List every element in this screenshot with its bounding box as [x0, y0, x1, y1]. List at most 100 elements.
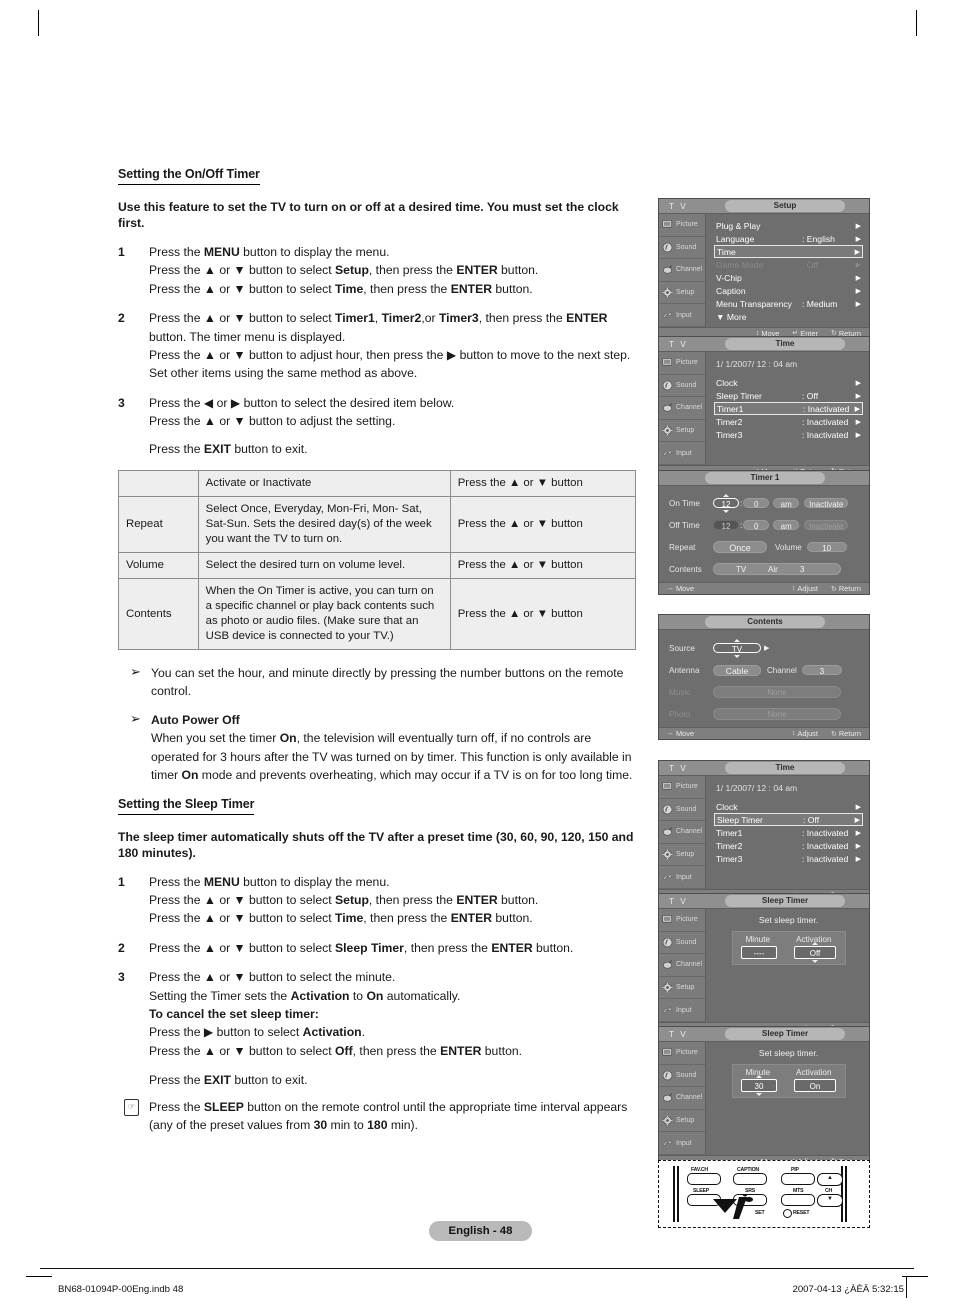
footbar-return-label: Return: [838, 584, 861, 593]
osd-rail-item-channel[interactable]: Channel: [659, 821, 705, 844]
off-time-activation-field[interactable]: Inactivate: [804, 520, 849, 531]
osd-menu-row[interactable]: Timer1: Inactivated ▶: [714, 402, 863, 415]
remote-button-caption[interactable]: [733, 1173, 767, 1185]
osd-menu-row[interactable]: Timer3: Inactivated ▶: [714, 428, 863, 441]
osd-rail-label: Picture: [676, 783, 698, 791]
repeat-value-field[interactable]: Once: [713, 541, 767, 553]
contents-value-field[interactable]: TV Air 3: [713, 563, 841, 575]
osd-rail-item-channel[interactable]: Channel: [659, 1087, 705, 1110]
osd-rail-item-setup[interactable]: Setup: [659, 420, 705, 443]
osd-menu-row[interactable]: Timer2: Inactivated ▶: [714, 839, 863, 852]
osd-menu-row[interactable]: Plug & Play ▶: [714, 219, 863, 232]
on-time-activation-field[interactable]: Inactivate: [804, 498, 849, 509]
osd-menu-row[interactable]: Game Mode: Off ▶: [714, 258, 863, 271]
timer-off-time-row[interactable]: Off Time 12 : 0 am Inactivate: [665, 514, 861, 536]
off-time-ampm-field[interactable]: am: [773, 520, 800, 531]
osd-menu-row[interactable]: Time ▶: [714, 245, 863, 258]
sleep-prompt: Set sleep timer.: [758, 915, 819, 925]
osd-menu-row[interactable]: V-Chip ▶: [714, 271, 863, 284]
osd-menu-row[interactable]: Sleep Timer: Off ▶: [714, 389, 863, 402]
osd-rail-item-sound[interactable]: Sound: [659, 375, 705, 398]
osd-rail-item-sound[interactable]: Sound: [659, 932, 705, 955]
osd-sidebar-rail[interactable]: Picture Sound Channel Setup Input: [659, 352, 706, 465]
antenna-value-field[interactable]: Cable: [713, 664, 761, 676]
osd-rail-item-channel[interactable]: Channel: [659, 397, 705, 420]
contents-antenna-row[interactable]: Antenna Cable Channel 3: [665, 659, 861, 681]
osd-rail-item-picture[interactable]: Picture: [659, 909, 705, 932]
contents-photo-row[interactable]: Photo None: [665, 703, 861, 725]
timer-on-time-row[interactable]: On Time 12 : 0 am Inactivate: [665, 492, 861, 514]
remote-button-fav-ch[interactable]: [687, 1173, 721, 1185]
osd-rail-item-sound[interactable]: Sound: [659, 237, 705, 260]
osd-menu-row[interactable]: Clock ▶: [714, 800, 863, 813]
osd-sidebar-rail[interactable]: Picture Sound Channel Setup Input: [659, 1042, 706, 1155]
osd-menu-row[interactable]: Clock ▶: [714, 376, 863, 389]
note-text: Auto Power Off When you set the timer On,…: [151, 712, 633, 783]
on-time-ampm-field[interactable]: am: [773, 498, 800, 509]
sleep-minute-field[interactable]: ----: [741, 946, 777, 959]
osd-rail-item-setup[interactable]: Setup: [659, 1110, 705, 1133]
osd-rail-item-sound[interactable]: Sound: [659, 799, 705, 822]
osd-menu-row[interactable]: Timer1: Inactivated ▶: [714, 826, 863, 839]
osd-rail-item-sound[interactable]: Sound: [659, 1065, 705, 1088]
footer-timestamp: 2007-04-13 ¿ÀÈÄ 5:32:15: [792, 1284, 904, 1295]
osd-menu-row[interactable]: Timer2: Inactivated ▶: [714, 415, 863, 428]
osd-menu-row[interactable]: Language: English ▶: [714, 232, 863, 245]
osd-rail-item-picture[interactable]: Picture: [659, 352, 705, 375]
off-time-minute-field[interactable]: 0: [743, 520, 770, 531]
table-row: Repeat Select Once, Everyday, Mon-Fri, Mo…: [118, 496, 637, 554]
sleep-minute-field[interactable]: 30: [741, 1079, 777, 1092]
osd-title-time: Time: [725, 762, 845, 774]
osd-rail-item-channel[interactable]: Channel: [659, 259, 705, 282]
osd-menu-row[interactable]: Menu Transparency: Medium ▶: [714, 297, 863, 310]
sleep-activation-field[interactable]: On: [794, 1079, 836, 1092]
timer-repeat-row[interactable]: Repeat Once Volume 10: [665, 536, 861, 558]
adjust-icon: ↕: [791, 585, 796, 592]
osd-sidebar-rail[interactable]: Picture Sound Channel Setup Input: [659, 214, 706, 327]
remote-button-ch-up[interactable]: ▲: [817, 1173, 843, 1186]
setup-icon: [662, 1115, 673, 1126]
osd-rail-item-picture[interactable]: Picture: [659, 1042, 705, 1065]
osd-menu-row[interactable]: Timer3: Inactivated ▶: [714, 852, 863, 865]
osd-menu-row[interactable]: ▼ More: [714, 310, 863, 323]
osd-rail-item-setup[interactable]: Setup: [659, 282, 705, 305]
off-time-hour-field[interactable]: 12: [713, 520, 739, 531]
osd-rail-item-setup[interactable]: Setup: [659, 844, 705, 867]
osd-rail-item-input[interactable]: Input: [659, 999, 705, 1022]
on-time-hour-field[interactable]: 12: [713, 497, 739, 509]
osd-menu-row[interactable]: Sleep Timer: Off ▶: [714, 813, 863, 826]
osd-rail-item-input[interactable]: Input: [659, 866, 705, 889]
osd-rail-item-input[interactable]: Input: [659, 442, 705, 465]
osd-topbar: T V Time: [659, 337, 869, 352]
on-time-minute-field[interactable]: 0: [743, 498, 770, 509]
remote-button-mts[interactable]: [781, 1194, 815, 1206]
remote-button-ch-down[interactable]: ▼: [817, 1194, 843, 1207]
osd-tv-label: T V: [669, 339, 688, 349]
contents-source-row[interactable]: Source TV ▶: [665, 637, 861, 659]
osd-menu-row[interactable]: Caption ▶: [714, 284, 863, 297]
osd-sidebar-rail[interactable]: Picture Sound Channel Setup Input: [659, 909, 706, 1022]
osd-menu-label: Caption: [716, 285, 746, 296]
osd-menu-label: Game Mode: [716, 259, 764, 270]
osd-rail-item-picture[interactable]: Picture: [659, 776, 705, 799]
remote-button-pip[interactable]: [781, 1173, 815, 1185]
sound-icon: [662, 242, 673, 253]
osd-topbar: T V Sleep Timer: [659, 894, 869, 909]
timer-contents-row[interactable]: Contents TV Air 3: [665, 558, 861, 580]
osd-rail-item-channel[interactable]: Channel: [659, 954, 705, 977]
sleep-activation-field[interactable]: Off: [794, 946, 836, 959]
step-number: 1: [118, 245, 125, 259]
remote-button-reset[interactable]: [783, 1209, 792, 1218]
osd-rail-item-picture[interactable]: Picture: [659, 214, 705, 237]
volume-value-field[interactable]: 10: [806, 542, 847, 553]
osd-rail-item-input[interactable]: Input: [659, 304, 705, 327]
osd-panel-contents: Contents Source TV ▶ Antenna Cable Chann…: [658, 614, 870, 740]
channel-value-field[interactable]: 3: [801, 665, 842, 676]
minute-column-label: Minute: [745, 935, 771, 944]
contents-music-row[interactable]: Music None: [665, 681, 861, 703]
osd-rail-item-setup[interactable]: Setup: [659, 977, 705, 1000]
osd-topbar: T V Time: [659, 761, 869, 776]
osd-rail-item-input[interactable]: Input: [659, 1132, 705, 1155]
source-value-field[interactable]: TV: [713, 642, 761, 654]
osd-sidebar-rail[interactable]: Picture Sound Channel Setup Input: [659, 776, 706, 889]
